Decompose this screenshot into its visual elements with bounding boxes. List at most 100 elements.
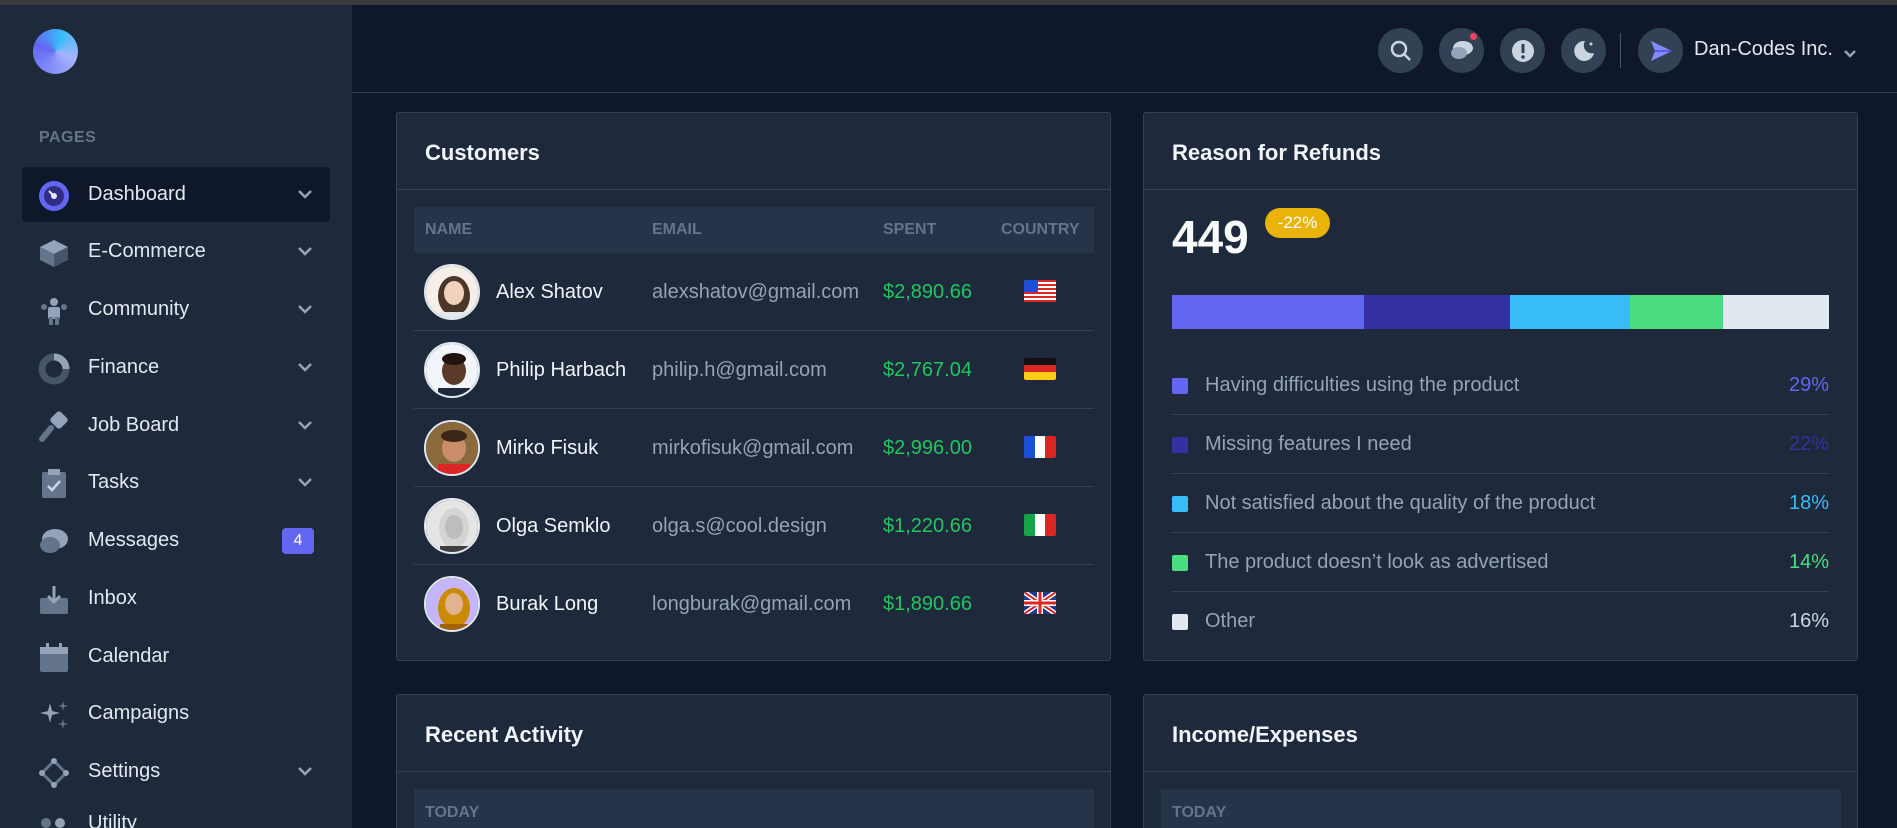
table-row[interactable]: Olga Semklo olga.s@cool.design $1,220.66 (414, 487, 1094, 565)
customer-email: longburak@gmail.com (652, 593, 852, 615)
customers-title: Customers (425, 140, 540, 165)
avatar (424, 498, 480, 554)
campaigns-icon (40, 701, 68, 729)
table-row[interactable]: Burak Long longburak@gmail.com $1,890.66 (414, 565, 1094, 643)
sidebar-item-dashboard[interactable]: Dashboard (22, 167, 330, 222)
refund-reason-label: Other (1205, 610, 1256, 632)
sidebar-item-label: Utility (88, 812, 137, 828)
activity-group-header: TODAY (414, 789, 1094, 828)
paper-plane-icon (1650, 40, 1672, 61)
refund-reason-percent: 14% (1788, 551, 1829, 573)
messages-icon (40, 529, 68, 553)
sidebar-item-messages[interactable]: Messages 4 (22, 513, 330, 568)
chevron-down-icon (298, 767, 312, 776)
sidebar-item-label: Finance (88, 356, 160, 378)
user-avatar[interactable] (1638, 28, 1683, 73)
chevron-down-icon (298, 247, 312, 256)
avatar (424, 342, 480, 398)
chevron-down-icon[interactable] (1842, 46, 1858, 62)
sidebar-item-community[interactable]: Community (22, 282, 330, 337)
refund-reason-row: The product doesn’t look as advertised 14… (1172, 533, 1829, 592)
customer-name: Olga Semklo (496, 515, 611, 537)
income-group-header: TODAY (1161, 789, 1841, 828)
sidebar-item-label: Dashboard (88, 183, 186, 205)
customer-email: olga.s@cool.design (652, 515, 827, 537)
calendar-icon (40, 643, 68, 672)
income-group-label: TODAY (1172, 804, 1227, 821)
refunds-total: 449 (1172, 211, 1249, 263)
sidebar-item-label: Inbox (88, 587, 137, 609)
table-row[interactable]: Alex Shatov alexshatov@gmail.com $2,890.… (414, 253, 1094, 331)
table-row[interactable]: Philip Harbach philip.h@gmail.com $2,767… (414, 331, 1094, 409)
sidebar-item-calendar[interactable]: Calendar (22, 629, 330, 684)
customer-email: mirkofisuk@gmail.com (652, 437, 854, 459)
refund-bar-segment (1364, 295, 1511, 329)
activity-group-label: TODAY (425, 804, 480, 821)
refunds-card: Reason for Refunds 449 -22% Having diffi… (1143, 112, 1858, 661)
sidebar-item-ecommerce[interactable]: E-Commerce (22, 224, 330, 279)
refund-bar-segment (1510, 295, 1630, 329)
sidebar-item-utility[interactable]: Utility (22, 802, 330, 828)
customer-name: Burak Long (496, 593, 599, 615)
customer-spent: $2,890.66 (883, 281, 972, 303)
customer-spent: $1,890.66 (883, 593, 972, 615)
app-logo[interactable] (33, 29, 78, 74)
top-header: Dan-Codes Inc. (352, 5, 1897, 93)
refund-reason-percent: 29% (1788, 374, 1829, 396)
legend-swatch (1172, 437, 1188, 453)
refund-reason-row: Having difficulties using the product 29% (1172, 356, 1829, 415)
refund-bar-segment (1629, 295, 1723, 329)
info-button[interactable] (1500, 28, 1545, 73)
chevron-down-icon (298, 363, 312, 372)
messages-button[interactable] (1439, 28, 1484, 73)
refunds-stacked-bar (1172, 295, 1829, 329)
refund-reason-percent: 18% (1788, 492, 1829, 514)
table-row[interactable]: Mirko Fisuk mirkofisuk@gmail.com $2,996.… (414, 409, 1094, 487)
dark-mode-toggle[interactable] (1561, 28, 1606, 73)
card-divider (397, 771, 1110, 772)
avatar (424, 420, 480, 476)
info-icon (1511, 39, 1534, 62)
sidebar-item-campaigns[interactable]: Campaigns (22, 686, 330, 741)
chevron-down-icon (298, 305, 312, 314)
messages-count-badge: 4 (282, 528, 314, 554)
column-header-name: NAME (425, 221, 473, 238)
card-divider (397, 189, 1110, 190)
legend-swatch (1172, 496, 1188, 512)
avatar (424, 264, 480, 320)
recent-activity-card: Recent Activity TODAY (396, 694, 1111, 828)
sidebar-item-finance[interactable]: Finance (22, 340, 330, 395)
income-expenses-card: Income/Expenses TODAY (1143, 694, 1858, 828)
sidebar-item-job-board[interactable]: Job Board (22, 398, 330, 453)
utility-icon (41, 818, 65, 828)
sidebar-item-label: Calendar (88, 645, 170, 667)
customer-spent: $2,767.04 (883, 359, 972, 381)
column-header-email: EMAIL (652, 221, 702, 238)
customer-name: Mirko Fisuk (496, 437, 599, 459)
sidebar-item-settings[interactable]: Settings (22, 744, 330, 799)
moon-icon (1573, 40, 1594, 61)
customer-name: Alex Shatov (496, 281, 603, 303)
gb-flag-icon (1024, 592, 1056, 614)
us-flag-icon (1024, 280, 1056, 302)
ecommerce-icon (40, 240, 68, 267)
search-button[interactable] (1378, 28, 1423, 73)
settings-icon (39, 758, 69, 788)
user-menu-label[interactable]: Dan-Codes Inc. (1694, 38, 1833, 61)
sidebar-item-label: Tasks (88, 471, 140, 493)
chevron-down-icon (298, 421, 312, 430)
sidebar-item-label: Community (88, 298, 190, 320)
community-icon (41, 298, 67, 325)
customer-name: Philip Harbach (496, 359, 627, 381)
it-flag-icon (1024, 514, 1056, 536)
refund-reason-percent: 22% (1788, 433, 1829, 455)
sidebar-item-inbox[interactable]: Inbox (22, 571, 330, 626)
refund-reason-row: Not satisfied about the quality of the p… (1172, 474, 1829, 533)
refund-reason-label: The product doesn’t look as advertised (1205, 551, 1549, 573)
refunds-change-badge: -22% (1265, 208, 1330, 238)
legend-swatch (1172, 378, 1188, 394)
sidebar-item-tasks[interactable]: Tasks (22, 455, 330, 510)
customer-spent: $1,220.66 (883, 515, 972, 537)
refund-reason-percent: 16% (1788, 610, 1829, 632)
refund-reason-label: Having difficulties using the product (1205, 374, 1520, 396)
